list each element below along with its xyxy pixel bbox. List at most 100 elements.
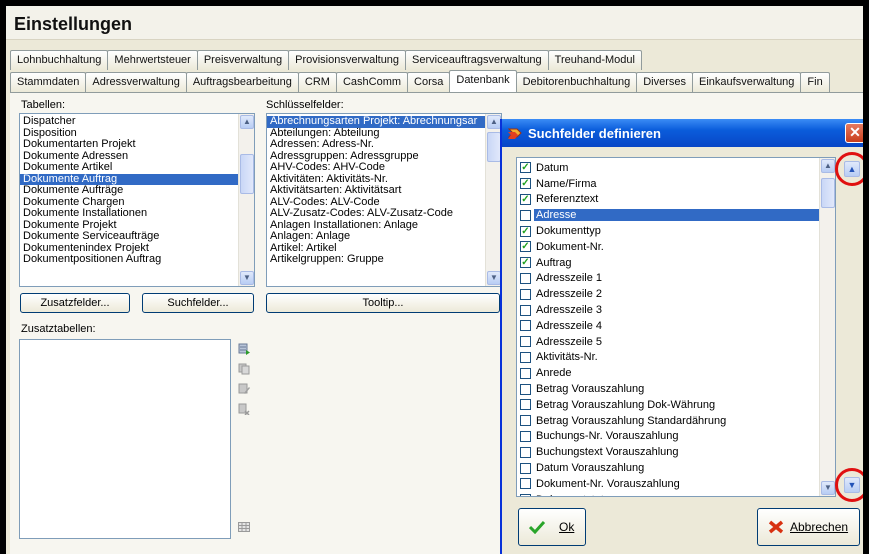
checkbox[interactable]: ✓ bbox=[520, 257, 531, 269]
search-field-item[interactable]: ✓ Dokument-Nr. bbox=[517, 239, 819, 255]
search-field-item[interactable]: Adresszeile 5 bbox=[517, 334, 819, 350]
checkbox[interactable]: ✓ bbox=[520, 162, 531, 174]
scroll-thumb[interactable] bbox=[487, 132, 501, 162]
grid-table-icon[interactable] bbox=[238, 521, 250, 533]
search-fields-list[interactable]: ✓ Datum ✓ Name/Firma ✓ Referenztext Adresse ✓ Do… bbox=[516, 157, 836, 497]
search-field-item[interactable]: Adresszeile 1 bbox=[517, 271, 819, 287]
search-field-item[interactable]: Adresszeile 3 bbox=[517, 302, 819, 318]
list-item[interactable]: Anlagen: Anlage bbox=[267, 230, 485, 243]
search-field-item[interactable]: Buchungstext Vorauszahlung bbox=[517, 444, 819, 460]
search-field-item[interactable]: Adresszeile 4 bbox=[517, 318, 819, 334]
add-table-icon[interactable] bbox=[238, 343, 250, 355]
scroll-down-icon[interactable]: ▼ bbox=[487, 271, 501, 285]
key-fields-listbox[interactable]: Abrechnungsarten Projekt: Abrechnungsar A… bbox=[266, 113, 502, 287]
checkbox[interactable] bbox=[520, 383, 531, 395]
tab-einkaufsverwaltung[interactable]: Einkaufsverwaltung bbox=[692, 72, 802, 92]
checkbox[interactable] bbox=[520, 494, 531, 496]
checkbox[interactable] bbox=[520, 399, 531, 411]
tab-debitorenbuchhaltung[interactable]: Debitorenbuchhaltung bbox=[515, 72, 638, 92]
checkbox[interactable] bbox=[520, 304, 531, 316]
checkbox[interactable] bbox=[520, 446, 531, 458]
search-field-item[interactable]: ✓ Datum bbox=[517, 160, 819, 176]
search-field-item[interactable]: Buchungs-Nr. Vorauszahlung bbox=[517, 429, 819, 445]
tables-listbox[interactable]: Dispatcher Disposition Dokumentarten Proje… bbox=[19, 113, 255, 287]
search-fields-scrollbar[interactable]: ▲ ▼ bbox=[819, 158, 835, 496]
edit-table-icon[interactable] bbox=[238, 383, 250, 395]
tab-diverses[interactable]: Diverses bbox=[636, 72, 694, 92]
checkbox[interactable]: ✓ bbox=[520, 241, 531, 253]
search-field-item[interactable]: Adresszeile 2 bbox=[517, 286, 819, 302]
tab-stammdaten[interactable]: Stammdaten bbox=[10, 72, 87, 92]
tooltip-button[interactable]: Tooltip... bbox=[266, 293, 500, 313]
search-field-item[interactable]: Anrede bbox=[517, 365, 819, 381]
checkbox[interactable]: ✓ bbox=[520, 225, 531, 237]
list-item[interactable]: Dokumente Aufträge bbox=[20, 184, 238, 197]
list-item[interactable]: Adressen: Adress-Nr. bbox=[267, 138, 485, 151]
tab-datenbank[interactable]: Datenbank bbox=[449, 70, 517, 92]
search-field-item[interactable]: ✓ Name/Firma bbox=[517, 176, 819, 192]
list-item[interactable]: Aktivitätsarten: Aktivitätsart bbox=[267, 184, 485, 197]
tab-crm[interactable]: CRM bbox=[297, 72, 337, 92]
tab-provisionsverwaltung[interactable]: Provisionsverwaltung bbox=[288, 50, 407, 70]
checkbox[interactable] bbox=[520, 367, 531, 379]
list-item[interactable]: AHV-Codes: AHV-Code bbox=[267, 161, 485, 174]
scroll-down-icon[interactable]: ▼ bbox=[240, 271, 254, 285]
tables-scrollbar[interactable]: ▲ ▼ bbox=[238, 114, 254, 286]
checkbox[interactable] bbox=[520, 288, 531, 300]
checkbox[interactable] bbox=[520, 336, 531, 348]
list-item[interactable]: Dokumentarten Projekt bbox=[20, 138, 238, 151]
search-field-item[interactable]: Betrag Vorauszahlung bbox=[517, 381, 819, 397]
search-field-item[interactable]: Datum Vorauszahlung bbox=[517, 460, 819, 476]
tab-treuhand-modul[interactable]: Treuhand-Modul bbox=[547, 50, 642, 70]
search-field-item[interactable]: Adresse bbox=[517, 207, 819, 223]
key-fields-scrollbar[interactable]: ▲ ▼ bbox=[485, 114, 501, 286]
tab-adressverwaltung[interactable]: Adressverwaltung bbox=[85, 72, 187, 92]
checkbox[interactable] bbox=[520, 462, 531, 474]
list-item[interactable]: Dokumentpositionen Auftrag bbox=[20, 253, 238, 266]
list-item[interactable]: Dispatcher bbox=[20, 115, 238, 128]
tab-lohnbuchhaltung[interactable]: Lohnbuchhaltung bbox=[10, 50, 109, 70]
checkbox[interactable]: ✓ bbox=[520, 178, 531, 190]
list-item[interactable]: Artikelgruppen: Gruppe bbox=[267, 253, 485, 266]
checkbox[interactable] bbox=[520, 478, 531, 490]
tab-fin[interactable]: Fin bbox=[800, 72, 830, 92]
search-field-item[interactable]: Dokument-Nr. Vorauszahlung bbox=[517, 476, 819, 492]
copy-table-icon[interactable] bbox=[238, 363, 250, 375]
scroll-up-icon[interactable]: ▲ bbox=[240, 115, 254, 129]
tab-mehrwertsteuer[interactable]: Mehrwertsteuer bbox=[107, 50, 198, 70]
dialog-close-button[interactable]: ✕ bbox=[845, 123, 863, 143]
search-field-item[interactable]: Dokumentstatus bbox=[517, 492, 819, 496]
scroll-up-icon[interactable]: ▲ bbox=[487, 115, 501, 129]
tab-corsa[interactable]: Corsa bbox=[407, 72, 451, 92]
list-item[interactable]: Dokumente Serviceaufträge bbox=[20, 230, 238, 243]
search-field-item[interactable]: Betrag Vorauszahlung Standardährung bbox=[517, 413, 819, 429]
checkbox[interactable] bbox=[520, 320, 531, 332]
scroll-up-icon[interactable]: ▲ bbox=[821, 159, 835, 173]
list-item[interactable]: Abrechnungsarten Projekt: Abrechnungsar bbox=[267, 115, 485, 128]
zusatztabellen-listbox[interactable] bbox=[19, 339, 231, 539]
checkbox[interactable]: ✓ bbox=[520, 193, 531, 205]
scroll-down-icon[interactable]: ▼ bbox=[821, 481, 835, 495]
list-item[interactable]: Dokumente Installationen bbox=[20, 207, 238, 220]
list-item[interactable]: Dokumente Artikel bbox=[20, 161, 238, 174]
checkbox[interactable] bbox=[520, 415, 531, 427]
checkbox[interactable] bbox=[520, 272, 531, 284]
checkbox[interactable] bbox=[520, 209, 531, 221]
scroll-thumb[interactable] bbox=[821, 178, 835, 208]
search-field-item[interactable]: ✓ Auftrag bbox=[517, 255, 819, 271]
search-field-item[interactable]: ✓ Referenztext bbox=[517, 192, 819, 208]
checkbox[interactable] bbox=[520, 351, 531, 363]
tab-serviceauftragsverwaltung[interactable]: Serviceauftragsverwaltung bbox=[405, 50, 549, 70]
tab-cashcomm[interactable]: CashComm bbox=[335, 72, 409, 92]
tab-preisverwaltung[interactable]: Preisverwaltung bbox=[196, 50, 290, 70]
search-field-item[interactable]: Betrag Vorauszahlung Dok-Währung bbox=[517, 397, 819, 413]
suchfelder-button[interactable]: Suchfelder... bbox=[142, 293, 254, 313]
scroll-thumb[interactable] bbox=[240, 154, 254, 194]
tab-auftragsbearbeitung[interactable]: Auftragsbearbeitung bbox=[185, 72, 299, 92]
search-field-item[interactable]: Aktivitäts-Nr. bbox=[517, 350, 819, 366]
search-field-item[interactable]: ✓ Dokumenttyp bbox=[517, 223, 819, 239]
zusatzfelder-button[interactable]: Zusatzfelder... bbox=[20, 293, 130, 313]
list-item[interactable]: ALV-Zusatz-Codes: ALV-Zusatz-Code bbox=[267, 207, 485, 220]
cancel-button[interactable]: Abbrechen bbox=[757, 508, 860, 546]
delete-table-icon[interactable] bbox=[238, 403, 250, 415]
